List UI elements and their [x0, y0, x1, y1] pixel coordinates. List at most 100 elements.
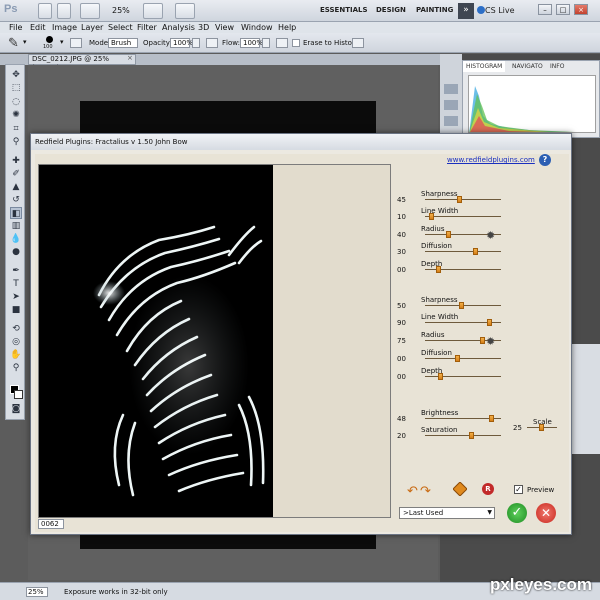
preview-pane[interactable]: [38, 164, 391, 518]
randomize-group2-icon[interactable]: ✹: [486, 336, 497, 347]
shape-tool-icon[interactable]: ■: [10, 304, 22, 316]
adjustments-panel-icon[interactable]: [444, 100, 458, 110]
mode-select[interactable]: Brush: [108, 38, 138, 48]
menu-edit[interactable]: Edit: [30, 22, 46, 33]
minibridge-icon[interactable]: [57, 3, 71, 19]
randomize-group1-icon[interactable]: ✹: [486, 230, 497, 241]
line-width-slider-thumb[interactable]: [428, 213, 434, 220]
quick-selection-tool-icon[interactable]: ✺: [10, 109, 22, 121]
brush-panel-toggle-icon[interactable]: [70, 38, 82, 48]
opacity-slider-toggle[interactable]: [192, 38, 200, 48]
brush-tool-icon[interactable]: ✐: [10, 168, 22, 180]
preview-checkbox[interactable]: ✓: [514, 485, 523, 494]
close-window-button[interactable]: ×: [574, 4, 588, 15]
depth-slider-thumb[interactable]: [437, 373, 443, 380]
menu-help[interactable]: Help: [278, 22, 296, 33]
menu-layer[interactable]: Layer: [81, 22, 103, 33]
menu-3d[interactable]: 3D: [198, 22, 209, 33]
background-color-swatch[interactable]: [14, 390, 23, 399]
dodge-tool-icon[interactable]: ●: [10, 246, 22, 258]
brightness-value[interactable]: 48: [397, 415, 417, 423]
help-icon[interactable]: ?: [539, 154, 551, 166]
cs-live-button[interactable]: CS Live: [485, 6, 515, 15]
quick-mask-icon[interactable]: ◙: [10, 403, 22, 415]
zoom-tool-icon[interactable]: ⚲: [10, 362, 22, 374]
gradient-tool-icon[interactable]: ▥: [10, 220, 22, 232]
line-width-value[interactable]: 10: [397, 213, 417, 221]
bridge-icon[interactable]: [38, 3, 52, 19]
menu-image[interactable]: Image: [52, 22, 77, 33]
minimize-button[interactable]: –: [538, 4, 552, 15]
document-tab[interactable]: DSC_0212.JPG @ 25% (RGB/8): [28, 54, 136, 72]
menu-file[interactable]: File: [9, 22, 22, 33]
line-width-value[interactable]: 90: [397, 319, 417, 327]
move-tool-icon[interactable]: ✥: [10, 69, 22, 81]
3d-rotate-tool-icon[interactable]: ⟲: [10, 323, 22, 335]
saturation-slider-thumb[interactable]: [469, 432, 475, 439]
scale-value[interactable]: 25: [513, 424, 533, 432]
3d-orbit-tool-icon[interactable]: ◎: [10, 336, 22, 348]
reset-icon[interactable]: R: [482, 483, 494, 495]
diffusion-slider-track[interactable]: [425, 358, 501, 359]
clone-stamp-tool-icon[interactable]: ▲: [10, 181, 22, 193]
diffusion-slider-thumb[interactable]: [454, 355, 460, 362]
undo-arrow-icon[interactable]: ↶: [407, 484, 418, 499]
depth-value[interactable]: 00: [397, 373, 417, 381]
sharpness-slider-thumb[interactable]: [459, 302, 465, 309]
flow-slider-toggle[interactable]: [262, 38, 270, 48]
crop-tool-icon[interactable]: ⌗: [10, 123, 22, 135]
saturation-value[interactable]: 20: [397, 432, 417, 440]
depth-value[interactable]: 00: [397, 266, 417, 274]
eraser-tool-icon[interactable]: ◧: [10, 207, 22, 219]
erase-history-checkbox[interactable]: [292, 39, 300, 47]
sharpness-value[interactable]: 50: [397, 302, 417, 310]
brush-preview-icon[interactable]: [46, 36, 53, 43]
eyedropper-tool-icon[interactable]: ⚲: [10, 136, 22, 148]
radius-value[interactable]: 75: [397, 337, 417, 345]
tab-info[interactable]: INFO: [547, 61, 567, 72]
workspace-painting[interactable]: PAINTING: [416, 6, 453, 14]
depth-slider-track[interactable]: [425, 376, 501, 377]
tool-preset-dropdown[interactable]: ▾: [23, 38, 27, 46]
cancel-button[interactable]: ✕: [536, 503, 556, 523]
swatches-panel-icon[interactable]: [444, 84, 458, 94]
lasso-tool-icon[interactable]: ◌: [10, 96, 22, 108]
healing-brush-tool-icon[interactable]: ✚: [10, 155, 22, 167]
eraser-tool-icon[interactable]: ✎: [8, 36, 19, 51]
diffusion-value[interactable]: 00: [397, 355, 417, 363]
radius-value[interactable]: 40: [397, 231, 417, 239]
opacity-input[interactable]: 100%: [170, 38, 193, 48]
radius-slider-thumb[interactable]: [480, 337, 486, 344]
pen-tool-icon[interactable]: ✒: [10, 265, 22, 277]
type-tool-icon[interactable]: T: [10, 278, 22, 290]
depth-slider-thumb[interactable]: [435, 266, 441, 273]
menu-select[interactable]: Select: [108, 22, 133, 33]
diffusion-slider-track[interactable]: [425, 251, 501, 252]
airbrush-icon[interactable]: [276, 38, 288, 48]
opacity-pressure-icon[interactable]: [206, 38, 218, 48]
scale-slider-thumb[interactable]: [539, 424, 544, 431]
menu-analysis[interactable]: Analysis: [162, 22, 195, 33]
blur-tool-icon[interactable]: 💧: [10, 233, 22, 245]
ok-button[interactable]: ✓: [507, 503, 527, 523]
radius-slider-thumb[interactable]: [446, 231, 452, 238]
zoom-status-input[interactable]: 25%: [26, 587, 48, 597]
preset-select[interactable]: >Last Used ▼: [399, 507, 495, 519]
sharpness-value[interactable]: 45: [397, 196, 417, 204]
workspace-design[interactable]: DESIGN: [376, 6, 406, 14]
diffusion-value[interactable]: 30: [397, 248, 417, 256]
history-brush-tool-icon[interactable]: ↺: [10, 194, 22, 206]
size-pressure-icon[interactable]: [352, 38, 364, 48]
preview-code-field[interactable]: 0062: [38, 519, 64, 529]
screen-mode-icon[interactable]: [175, 3, 195, 19]
zoom-level-dropdown[interactable]: 25%: [112, 6, 130, 15]
more-workspaces-button[interactable]: »: [458, 3, 474, 19]
sharpness-slider-thumb[interactable]: [456, 196, 462, 203]
flow-input[interactable]: 100%: [240, 38, 263, 48]
workspace-essentials[interactable]: ESSENTIALS: [320, 6, 368, 14]
masks-panel-icon[interactable]: [444, 116, 458, 126]
close-tab-icon[interactable]: ×: [127, 54, 133, 62]
saturation-slider-track[interactable]: [425, 435, 501, 436]
arrange-documents-icon[interactable]: [143, 3, 163, 19]
tab-histogram[interactable]: HISTOGRAM: [463, 61, 506, 72]
